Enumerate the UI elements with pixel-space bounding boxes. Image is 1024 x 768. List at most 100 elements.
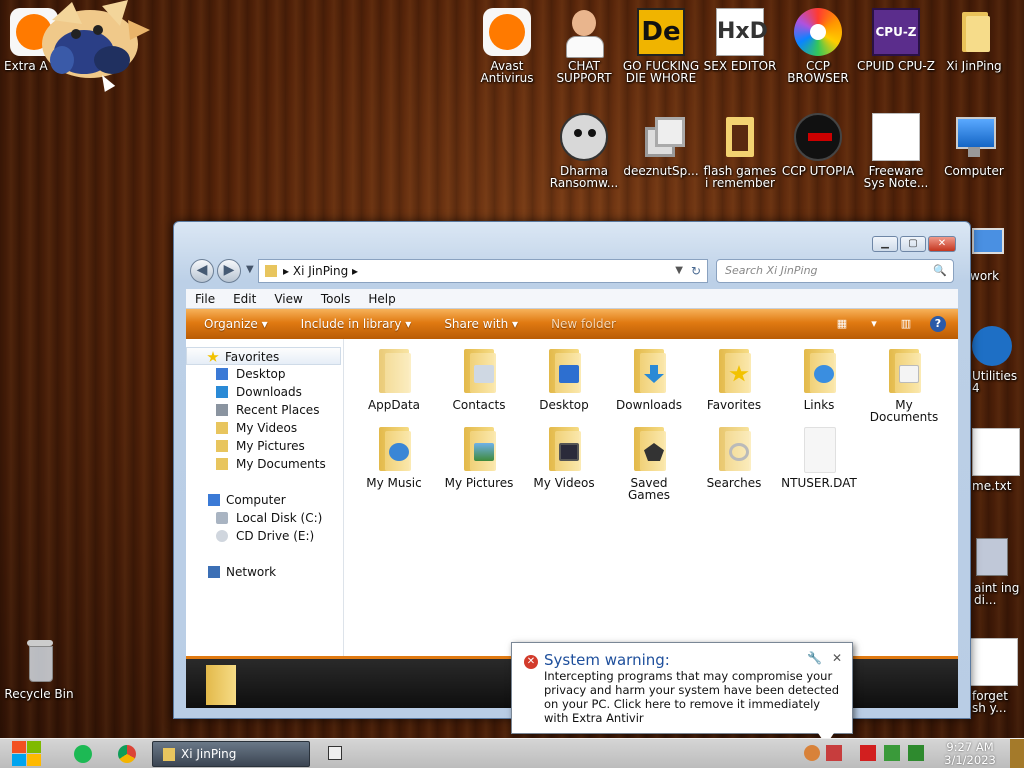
file-item-searches[interactable]: Searches <box>694 425 774 489</box>
file-item-my-music[interactable]: My Music <box>354 425 434 489</box>
file-name: Saved Games <box>628 476 670 502</box>
desktop-icon-ccp-utopia[interactable]: CCP UTOPIA <box>779 113 857 177</box>
maximize-button[interactable]: ▢ <box>900 236 926 252</box>
desktop-icon-dharma[interactable]: Dharma Ransomw... <box>545 113 623 189</box>
desktop-icon-deeznut[interactable]: deeznutSp... <box>622 113 700 177</box>
recent-places-icon <box>216 404 228 416</box>
file-name: Downloads <box>616 398 682 412</box>
desktop-icon-me-txt[interactable]: me.txt <box>966 428 1022 492</box>
desktop-icon-network[interactable]: work <box>966 222 1022 282</box>
notification-message[interactable]: Intercepting programs that may compromis… <box>544 669 844 725</box>
nav-network-label: Network <box>226 565 277 579</box>
nav-item-label: My Documents <box>236 457 326 471</box>
view-options-icon[interactable]: ▦ <box>834 316 850 332</box>
desktop-icon-de-app[interactable]: De GO FUCKING DIE WHORE <box>622 8 700 84</box>
options-icon[interactable]: 🔧 <box>807 651 822 665</box>
desktop-icon-hxd[interactable]: HxD SEX EDITOR <box>701 8 779 72</box>
file-item-ntuser-dat[interactable]: NTUSER.DAT <box>779 425 859 489</box>
nav-downloads[interactable]: Downloads <box>186 383 343 401</box>
file-item-my-documents[interactable]: My Documents <box>864 347 944 423</box>
share-with-button[interactable]: Share with ▾ <box>426 317 533 331</box>
nav-cd-drive[interactable]: CD Drive (E:) <box>186 527 343 545</box>
file-item-links[interactable]: Links <box>779 347 859 411</box>
view-dropdown-icon[interactable]: ▾ <box>866 316 882 332</box>
chrome-icon[interactable] <box>118 745 136 763</box>
taskbar-item-explorer[interactable]: Xi JinPing <box>152 741 310 767</box>
forward-button[interactable]: ▶ <box>217 259 241 283</box>
start-button[interactable] <box>10 741 42 767</box>
desktop-icon-ccp-browser[interactable]: CCP BROWSER <box>779 8 857 84</box>
desktop-icon-forget[interactable]: forget sh y... <box>966 638 1022 714</box>
desktop-icon-label: Computer <box>944 164 1004 178</box>
nav-computer[interactable]: Computer <box>186 491 343 509</box>
new-folder-button[interactable]: New folder <box>533 317 631 331</box>
help-icon[interactable]: ? <box>930 316 946 332</box>
desktop-icon-flash-games[interactable]: flash games i remember <box>701 113 779 189</box>
user-folder-icon <box>950 8 998 56</box>
minimize-button[interactable]: ▁ <box>872 236 898 252</box>
file-item-favorites[interactable]: Favorites <box>694 347 774 411</box>
nav-my-videos[interactable]: My Videos <box>186 419 343 437</box>
show-desktop-button[interactable] <box>1010 739 1024 768</box>
folder-icon <box>265 265 277 277</box>
links-folder-icon <box>798 347 840 395</box>
file-item-appdata[interactable]: AppData <box>354 347 434 411</box>
recent-pages-dropdown[interactable]: ▼ <box>246 264 254 275</box>
menu-file[interactable]: File <box>186 289 224 308</box>
tray-shield-icon[interactable] <box>826 745 842 761</box>
file-item-my-pictures[interactable]: My Pictures <box>439 425 519 489</box>
menu-edit[interactable]: Edit <box>224 289 265 308</box>
desktop-icon-utilities[interactable]: Utilities 4 <box>966 322 1022 394</box>
desktop-icon-chat-support[interactable]: CHAT SUPPORT <box>545 8 623 84</box>
nav-my-documents[interactable]: My Documents <box>186 455 343 473</box>
desktop-icon-xi-jinping[interactable]: Xi JinPing <box>935 8 1013 72</box>
preview-pane-icon[interactable]: ▥ <box>898 316 914 332</box>
system-clock[interactable]: 9:27 AM 3/1/2023 <box>940 741 1000 767</box>
notification-close-icon[interactable]: ✕ <box>832 651 842 665</box>
nav-recent-places[interactable]: Recent Places <box>186 401 343 419</box>
desktop-icon-recycle-bin[interactable]: Recycle Bin <box>0 636 78 700</box>
file-item-my-videos[interactable]: My Videos <box>524 425 604 489</box>
search-icon[interactable]: 🔍 <box>933 260 947 282</box>
search-input[interactable]: Search Xi JinPing 🔍 <box>716 259 954 283</box>
file-item-desktop[interactable]: Desktop <box>524 347 604 411</box>
desktop-icon-cpuz[interactable]: CPU-Z CPUID CPU-Z <box>857 8 935 72</box>
file-item-contacts[interactable]: Contacts <box>439 347 519 411</box>
tray-volume-icon[interactable] <box>908 745 924 761</box>
menu-bar: File Edit View Tools Help <box>186 289 958 309</box>
tray-avast-icon[interactable] <box>804 745 820 761</box>
support-agent-icon <box>560 8 608 58</box>
menu-tools[interactable]: Tools <box>312 289 360 308</box>
nav-my-pictures[interactable]: My Pictures <box>186 437 343 455</box>
nav-desktop[interactable]: Desktop <box>186 365 343 383</box>
folder-icon <box>373 347 415 395</box>
desktop-icon-label: CPUID CPU-Z <box>857 59 935 73</box>
menu-help[interactable]: Help <box>359 289 404 308</box>
address-path[interactable]: ▸ Xi JinPing ▸ <box>283 260 358 282</box>
desktop-icon-freeware-sys-note[interactable]: Freeware Sys Note... <box>857 113 935 189</box>
close-button[interactable]: ✕ <box>928 236 956 252</box>
notification-title: System warning: <box>544 651 670 669</box>
spotify-icon[interactable] <box>74 745 92 763</box>
tray-network-icon[interactable] <box>884 745 900 761</box>
desktop-icon-avast[interactable]: Avast Antivirus <box>468 8 546 84</box>
file-item-saved-games[interactable]: Saved Games <box>609 425 689 501</box>
desktop-icon-computer[interactable]: Computer <box>935 113 1013 177</box>
back-button[interactable]: ◀ <box>190 259 214 283</box>
desktop-icon-label: Utilities 4 <box>972 369 1018 395</box>
nav-network[interactable]: Network <box>186 563 343 581</box>
refresh-icon[interactable]: ↻ <box>691 260 701 282</box>
address-bar[interactable]: ▸ Xi JinPing ▸ ▼ ↻ <box>258 259 708 283</box>
file-item-downloads[interactable]: Downloads <box>609 347 689 411</box>
organize-button[interactable]: Organize ▾ <box>186 317 283 331</box>
nav-local-disk[interactable]: Local Disk (C:) <box>186 509 343 527</box>
taskbar-app-icon[interactable] <box>328 746 342 760</box>
menu-view[interactable]: View <box>265 289 311 308</box>
address-dropdown-icon[interactable]: ▼ <box>675 260 683 282</box>
desktop-icon-paint[interactable]: aint ing di... <box>966 534 1022 606</box>
tray-flag-icon[interactable] <box>860 745 876 761</box>
include-in-library-button[interactable]: Include in library ▾ <box>283 317 427 331</box>
nav-favorites[interactable]: Favorites <box>186 347 341 365</box>
system-warning-notification[interactable]: ✕ System warning: 🔧 ✕ Intercepting progr… <box>511 642 853 745</box>
network-icon <box>966 222 1014 270</box>
